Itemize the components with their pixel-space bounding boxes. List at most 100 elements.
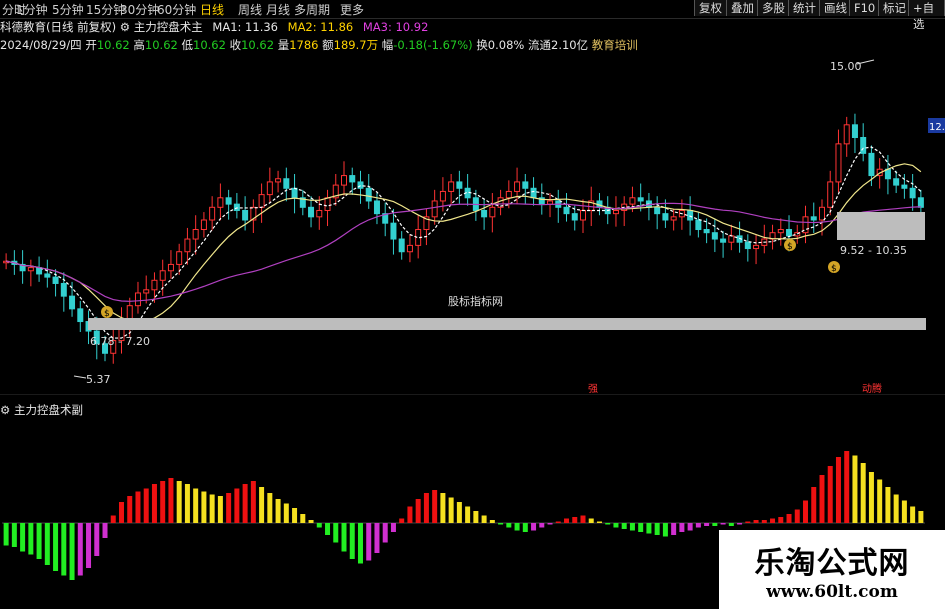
candle-body [44,273,51,278]
indicator-bar [201,491,207,523]
candle-body [703,229,710,234]
indicator-bar [300,514,306,523]
indicator-bar [704,523,710,526]
candle-body [266,181,273,196]
indicator-bar [473,511,479,523]
indicator-bar [893,494,899,523]
candle-body [909,187,916,199]
indicator-bar [440,493,446,523]
candle-body [777,229,784,234]
support-band-low [88,318,926,330]
candle-body [901,184,908,189]
indicator-bar [605,523,611,525]
indicator-bar [868,472,874,523]
candle-body [27,267,34,272]
candle-body [217,197,224,208]
candle-body [390,222,397,240]
indicator-bar [184,484,190,523]
indicator-bar [94,523,100,556]
indicator-bar [662,523,668,537]
ma-line-long [6,202,921,302]
logo-url: www.60lt.com [766,582,898,602]
indicator-bar [86,523,92,568]
indicator-bar [69,523,75,580]
candle-body [192,229,199,240]
indicator-bar [547,523,553,525]
indicator-bar [506,523,512,528]
indicator-bar [11,523,17,547]
support-band-high [837,212,925,240]
ma-line-short [6,146,922,339]
indicator-bar [646,523,652,534]
indicator-bar [275,499,281,523]
indicator-bar [407,506,413,523]
indicator-bar [613,523,619,528]
indicator-bar [827,466,833,523]
indicator-bar [514,523,520,531]
indicator-bar [432,490,438,523]
candle-body [835,143,842,183]
candle-body [547,200,554,205]
indicator-bar [596,521,602,523]
indicator-bar [341,523,347,552]
indicator-bar [151,484,157,523]
indicator-bar [885,487,891,523]
indicator-bar [489,520,495,523]
indicator-bar [588,518,594,523]
indicator-bar [193,488,199,523]
candle-body [324,197,331,211]
indicator-bar [572,517,578,523]
candle-body [530,187,537,199]
candle-body [505,190,512,199]
indicator-bar [728,523,734,526]
candle-body [69,295,76,310]
indicator-bar [259,487,265,523]
candle-body [720,238,727,243]
indicator-bar [695,523,701,528]
candle-body [728,235,735,243]
indicator-bar [852,455,858,523]
indicator-bar [844,451,850,523]
candlestick-chart[interactable]: 12.6 股标指标网 15.00 5.37 6.78 - 7.20 9.52 -… [0,0,945,395]
indicator-bar [36,523,42,559]
indicator-bar [118,502,124,523]
candle-body [349,175,356,183]
candle-body [275,178,282,183]
indicator-bar [564,518,570,523]
candle-body [851,124,858,139]
indicator-bar [143,488,149,523]
candle-body [522,181,529,189]
candle-body [481,209,488,218]
indicator-bar [349,523,355,559]
indicator-bar [580,515,586,523]
candle-body [670,216,677,221]
candle-body [373,200,380,215]
indicator-bar [168,478,174,523]
candle-body [176,251,183,265]
candle-body [571,213,578,221]
indicator-bar [390,523,396,532]
candle-body [786,229,793,237]
indicator-bar [835,457,841,523]
candle-body [810,216,817,221]
svg-text:$: $ [787,242,793,252]
indicator-bar [3,523,9,546]
site-logo: 乐淘公式网 www.60lt.com [719,530,945,609]
candle-body [52,276,59,284]
candle-body [489,206,496,218]
indicator-bar [901,500,907,523]
indicator-bar [53,523,59,571]
indicator-bar [423,493,429,523]
candle-body [159,270,166,281]
indicator-bar [44,523,50,565]
indicator-bar [110,515,116,523]
indicator-bar [778,517,784,523]
indicator-bar [102,523,108,538]
candle-body [365,187,372,202]
indicator-bar [20,523,26,552]
candle-body [77,308,84,323]
indicator-bar [242,484,248,523]
indicator-bar [761,520,767,523]
candle-body [341,175,348,186]
indicator-bar [811,487,817,523]
